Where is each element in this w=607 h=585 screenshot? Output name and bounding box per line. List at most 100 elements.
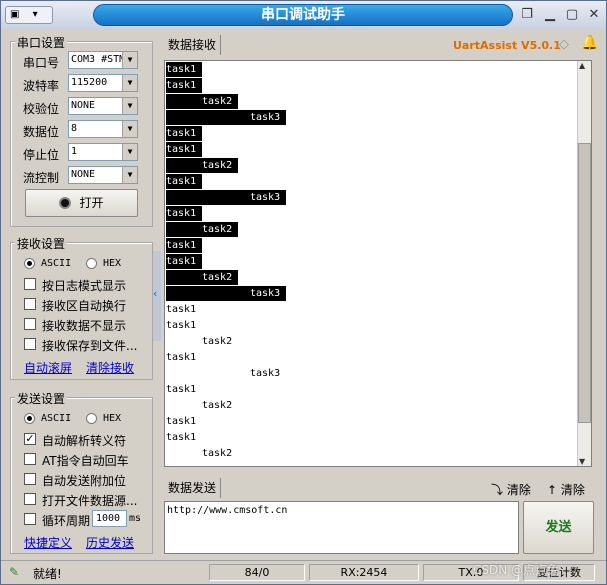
receive-line: task2 (166, 94, 238, 109)
databits-select[interactable]: 8 ▼ (68, 120, 138, 138)
scroll-thumb[interactable] (578, 143, 591, 423)
maximize-icon[interactable]: ▢ (564, 7, 580, 23)
open-file-label: 打开文件数据源... (42, 494, 138, 508)
receive-line: task1 (166, 126, 202, 141)
flow-select[interactable]: NONE ▼ (68, 166, 138, 184)
send-hex-label: HEX (103, 413, 122, 424)
receive-line: task1 (166, 384, 197, 395)
receive-line: task2 (166, 270, 238, 285)
stopbits-label: 停止位 (23, 148, 60, 162)
hide-data-label: 接收数据不显示 (42, 319, 127, 333)
serial-settings-title: 串口设置 (15, 34, 68, 51)
tab-send[interactable]: 数据发送 (164, 478, 222, 498)
title-bar: ▣ ▾ 串口调试助手 ❐ ▁ ▢ ✕ (1, 1, 606, 29)
receive-line: task1 (166, 78, 202, 93)
baud-select[interactable]: 115200 ▼ (68, 74, 138, 92)
cycle-input[interactable]: 1000 (92, 510, 127, 527)
receive-line: task3 (166, 286, 286, 301)
auto-append-checkbox[interactable] (24, 473, 36, 485)
receive-line: task1 (166, 62, 202, 77)
port-select[interactable]: COM3 #STM ▼ (68, 51, 138, 69)
send-hex-radio[interactable] (86, 413, 97, 424)
collapse-panel-handle[interactable]: ‹ (153, 251, 161, 341)
auto-scroll-link[interactable]: 自动滚屏 (24, 359, 72, 376)
auto-wrap-checkbox[interactable] (24, 298, 36, 310)
tab-receive[interactable]: 数据接收 (164, 35, 222, 55)
chevron-down-icon: ▼ (122, 121, 137, 137)
diamond-icon[interactable]: ◇ (559, 37, 569, 52)
recv-ascii-label: ASCII (41, 258, 72, 269)
auto-escape-label: 自动解析转义符 (42, 434, 127, 448)
open-port-label: 打开 (79, 196, 104, 210)
clear-history-button[interactable]: ↑ 清除 (547, 481, 585, 498)
receive-line: task1 (166, 432, 197, 443)
parity-label: 校验位 (23, 102, 60, 116)
quick-define-link[interactable]: 快捷定义 (24, 534, 72, 551)
port-value: COM3 #STM (71, 54, 126, 65)
at-cr-checkbox[interactable] (24, 453, 36, 465)
receive-line: task1 (166, 320, 197, 331)
cycle-label: 循环周期 (42, 514, 91, 528)
flow-value: NONE (71, 169, 96, 180)
receive-line: task2 (202, 400, 233, 411)
databits-label: 数据位 (23, 125, 60, 139)
open-file-checkbox[interactable] (24, 493, 36, 505)
receive-line: task3 (166, 190, 286, 205)
power-icon (59, 197, 72, 209)
auto-escape-checkbox[interactable]: ✓ (24, 433, 36, 445)
status-icon: ✎ (9, 565, 20, 579)
send-ascii-radio[interactable] (24, 413, 35, 424)
menu-chevron-icon: ▾ (32, 9, 38, 20)
baud-label: 波特率 (23, 79, 60, 93)
log-mode-checkbox[interactable] (24, 278, 36, 290)
send-history-link[interactable]: 历史发送 (86, 534, 134, 551)
receive-line: task1 (166, 142, 202, 157)
chevron-down-icon: ▼ (122, 75, 137, 91)
recv-hex-radio[interactable] (86, 258, 97, 269)
receive-line: task1 (166, 416, 197, 427)
send-label: 发送 (545, 520, 572, 535)
watermark: CSDN @点点兔 (473, 563, 560, 577)
window-menu-button[interactable]: ▣ ▾ (5, 6, 53, 24)
parity-select[interactable]: NONE ▼ (68, 97, 138, 115)
open-port-button[interactable]: 打开 (25, 189, 138, 217)
receive-line: task3 (250, 368, 281, 379)
receive-line: task1 (166, 174, 202, 189)
receive-line: task2 (166, 158, 238, 173)
auto-wrap-label: 接收区自动换行 (42, 299, 127, 313)
restore-icon[interactable]: ❐ (519, 7, 535, 23)
receive-line: task2 (202, 448, 233, 459)
clear-receive-link[interactable]: 清除接收 (86, 359, 134, 376)
scroll-up-icon[interactable]: ▲ (579, 61, 585, 70)
save-file-checkbox[interactable] (24, 338, 36, 350)
receive-textarea[interactable]: task1 task1 task2 task3 task1 task1 task2 task1… (164, 60, 592, 467)
auto-append-label: 自动发送附加位 (42, 474, 127, 488)
flow-label: 流控制 (23, 171, 60, 185)
receive-line: task1 (166, 352, 197, 363)
arrow-up-icon: ↑ (547, 483, 558, 497)
recv-ascii-radio[interactable] (24, 258, 35, 269)
save-file-label: 接收保存到文件... (42, 339, 138, 353)
parity-value: NONE (71, 100, 96, 111)
brand-label: UartAssist V5.0.1 (453, 39, 561, 52)
close-icon[interactable]: ✕ (586, 7, 602, 23)
hide-data-checkbox[interactable] (24, 318, 36, 330)
stopbits-select[interactable]: 1 ▼ (68, 143, 138, 161)
clear-send-button[interactable]: ⤵ 清除 (491, 481, 531, 498)
receive-line: task1 (166, 304, 197, 315)
chevron-down-icon: ▼ (122, 167, 137, 183)
send-input[interactable]: http://www.cmsoft.cn (164, 501, 519, 554)
clear-send-label: 清除 (506, 483, 531, 497)
databits-value: 8 (71, 123, 78, 134)
chevron-left-icon: ‹ (153, 287, 158, 300)
receive-line: task1 (166, 206, 202, 221)
chevron-down-icon: ▼ (122, 52, 137, 68)
receive-scrollbar[interactable]: ▲ ▼ (577, 61, 591, 466)
send-button[interactable]: 发送 (523, 501, 594, 554)
bell-icon[interactable]: 🔔 (581, 35, 598, 51)
scroll-down-icon[interactable]: ▼ (579, 457, 585, 466)
send-ascii-label: ASCII (41, 413, 72, 424)
minimize-icon[interactable]: ▁ (542, 7, 558, 23)
cycle-checkbox[interactable] (24, 513, 36, 525)
chevron-down-icon: ▼ (122, 98, 137, 114)
